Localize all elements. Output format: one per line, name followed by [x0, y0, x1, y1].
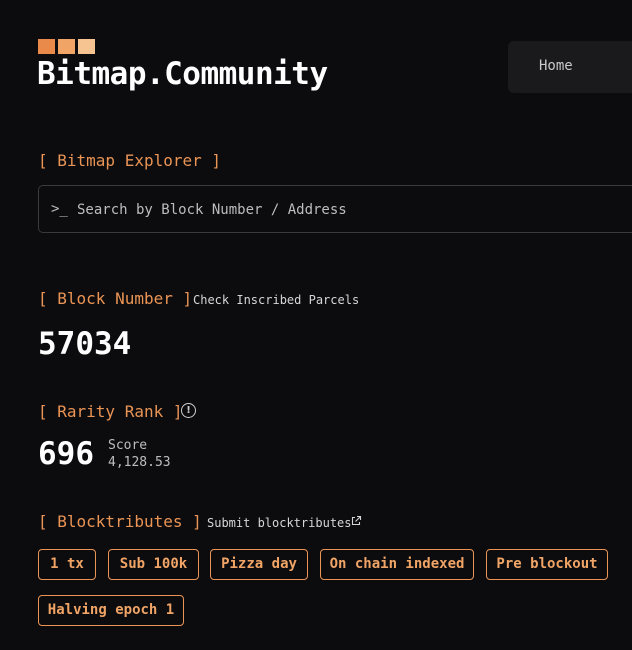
rarity-rank-value: 696 [38, 436, 94, 472]
rarity-rank-label: [ Rarity Rank ] [38, 402, 183, 421]
submit-blocktributes-link[interactable]: Submit blocktributes [207, 516, 352, 530]
logo-square [58, 39, 75, 54]
search-input[interactable] [75, 194, 632, 226]
page: Bitmap.Community Home [ Bitmap Explorer … [0, 0, 632, 650]
block-number-label: [ Block Number ] [38, 289, 193, 308]
logo-square [38, 39, 55, 54]
tag-halving-epoch-1[interactable]: Halving epoch 1 [38, 595, 184, 626]
nav-bar: Home [508, 41, 632, 93]
nav-item-home[interactable]: Home [539, 58, 573, 74]
tag-pre-blockout[interactable]: Pre blockout [486, 549, 608, 580]
info-icon[interactable]: ! [181, 403, 196, 418]
tag-1-tx[interactable]: 1 tx [38, 549, 96, 580]
site-title[interactable]: Bitmap.Community [37, 56, 328, 92]
block-number-value: 57034 [38, 326, 132, 362]
score-label: Score [108, 438, 148, 453]
blocktributes-label: [ Blocktributes ] [38, 512, 202, 531]
check-inscribed-parcels-link[interactable]: Check Inscribed Parcels [193, 293, 359, 307]
score-value: 4,128.53 [108, 455, 171, 470]
search-box[interactable]: >_ [38, 185, 632, 233]
tag-sub-100k[interactable]: Sub 100k [108, 549, 199, 580]
logo-square [78, 39, 95, 54]
terminal-prompt-icon: >_ [51, 201, 68, 217]
external-link-icon[interactable] [350, 515, 362, 527]
tag-on-chain-indexed[interactable]: On chain indexed [320, 549, 474, 580]
tag-pizza-day[interactable]: Pizza day [210, 549, 308, 580]
logo-squares-icon [38, 39, 95, 54]
explorer-label: [ Bitmap Explorer ] [38, 151, 222, 170]
